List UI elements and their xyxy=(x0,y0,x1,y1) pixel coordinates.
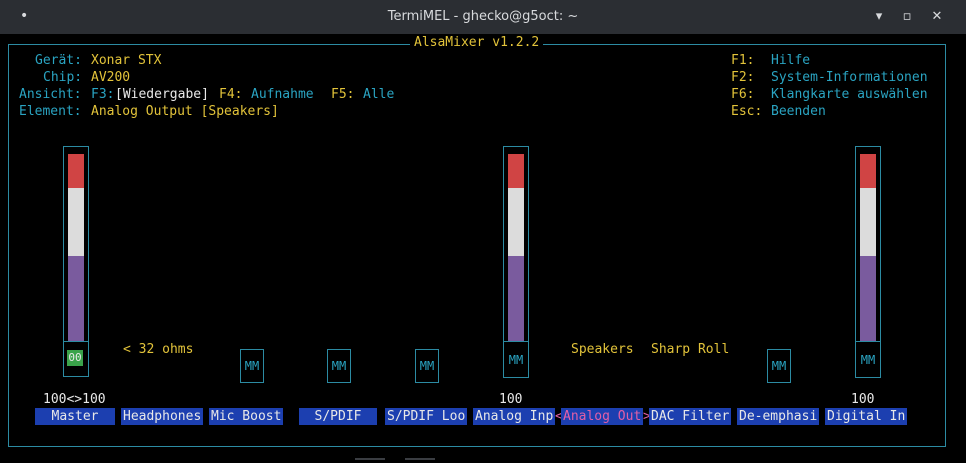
terminal-scroll-indicator xyxy=(0,458,966,463)
slider-level-purple xyxy=(508,256,524,341)
analog-output-value: Speakers xyxy=(571,342,634,357)
slider-level-white xyxy=(68,188,84,256)
slider-level-white xyxy=(860,188,876,256)
control-name-master[interactable]: Master xyxy=(35,408,115,425)
chip-value: AV200 xyxy=(91,70,131,85)
view-label: Ansicht: xyxy=(19,87,82,102)
scroll-mark xyxy=(405,458,435,460)
view-f3-value[interactable]: [Wiedergabe] xyxy=(115,86,209,103)
control-name-de-emphasis[interactable]: De-emphasi xyxy=(737,408,820,425)
device-label: Gerät: xyxy=(35,53,82,68)
control-name-analog-input[interactable]: Analog Inp xyxy=(473,408,556,425)
help-key: F6: xyxy=(731,87,755,102)
slider-level-red xyxy=(508,154,524,188)
device-value: Xonar STX xyxy=(91,53,162,68)
chip-label: Chip: xyxy=(43,70,83,85)
help-text: Klangkarte auswählen xyxy=(771,87,928,102)
view-f5-key: F5: xyxy=(331,87,355,102)
analog-input-volume-value: 100 xyxy=(499,392,523,407)
digital-input-slider[interactable]: MM xyxy=(855,146,881,378)
spdif-mute[interactable]: MM xyxy=(327,349,351,383)
control-name-headphones[interactable]: Headphones xyxy=(121,408,204,425)
maximize-icon[interactable]: ▫ xyxy=(896,6,918,28)
headphones-value: < 32 ohms xyxy=(123,342,194,357)
help-key: Esc: xyxy=(731,104,763,119)
window-titlebar: • TermiMEL - ghecko@g5oct: ~ ▾ ▫ ✕ xyxy=(0,0,966,34)
slider-level-red xyxy=(68,154,84,188)
control-name-spdif[interactable]: S/PDIF xyxy=(299,408,377,425)
dac-filter-value: Sharp Roll xyxy=(651,342,730,357)
slider-divider xyxy=(856,341,880,342)
help-key: F2: xyxy=(731,70,755,85)
view-f5-value[interactable]: Alle xyxy=(363,86,394,103)
control-name-analog-output[interactable]: Analog Out xyxy=(561,408,644,425)
help-key: F1: xyxy=(731,53,755,68)
master-slider[interactable] xyxy=(63,146,89,342)
slider-level-white xyxy=(508,188,524,256)
master-mute-box[interactable]: 00 xyxy=(63,340,89,377)
master-mute-indicator[interactable]: 00 xyxy=(67,350,83,366)
help-text: Beenden xyxy=(771,104,826,119)
mute-indicator[interactable]: MM xyxy=(856,348,880,372)
mute-indicator[interactable]: MM xyxy=(504,348,528,372)
help-text: Hilfe xyxy=(771,53,811,68)
control-name-spdif-loopback[interactable]: S/PDIF Loo xyxy=(385,408,468,425)
scroll-mark xyxy=(355,458,385,460)
element-label: Element: xyxy=(19,104,82,119)
slider-level-purple xyxy=(860,256,876,341)
close-icon[interactable]: ✕ xyxy=(926,6,948,28)
control-name-dac-filter[interactable]: DAC Filter xyxy=(649,408,732,425)
minimize-icon[interactable]: ▾ xyxy=(868,6,890,28)
digital-input-volume-value: 100 xyxy=(851,392,875,407)
control-name-mic-boost[interactable]: Mic Boost xyxy=(209,408,284,425)
mic-boost-mute[interactable]: MM xyxy=(240,349,264,383)
de-emphasis-mute[interactable]: MM xyxy=(767,349,791,383)
help-text: System-Informationen xyxy=(771,70,928,85)
slider-level-purple xyxy=(68,256,84,341)
alsamixer-title: AlsaMixer v1.2.2 xyxy=(410,35,544,50)
slider-divider xyxy=(504,341,528,342)
view-f4-key: F4: xyxy=(219,87,243,102)
analog-input-slider[interactable]: MM xyxy=(503,146,529,378)
element-value: Analog Output [Speakers] xyxy=(91,104,279,119)
window-title: TermiMEL - ghecko@g5oct: ~ xyxy=(387,9,579,24)
master-volume-value: 100<>100 xyxy=(43,392,106,407)
control-name-digital-input[interactable]: Digital In xyxy=(825,408,908,425)
spdif-loopback-mute[interactable]: MM xyxy=(415,349,439,383)
terminal-area[interactable]: AlsaMixer v1.2.2 Gerät: Xonar STX Chip: … xyxy=(0,34,966,463)
view-f4-value[interactable]: Aufnahme xyxy=(251,86,314,103)
slider-level-red xyxy=(860,154,876,188)
view-f3-key: F3: xyxy=(91,87,115,102)
